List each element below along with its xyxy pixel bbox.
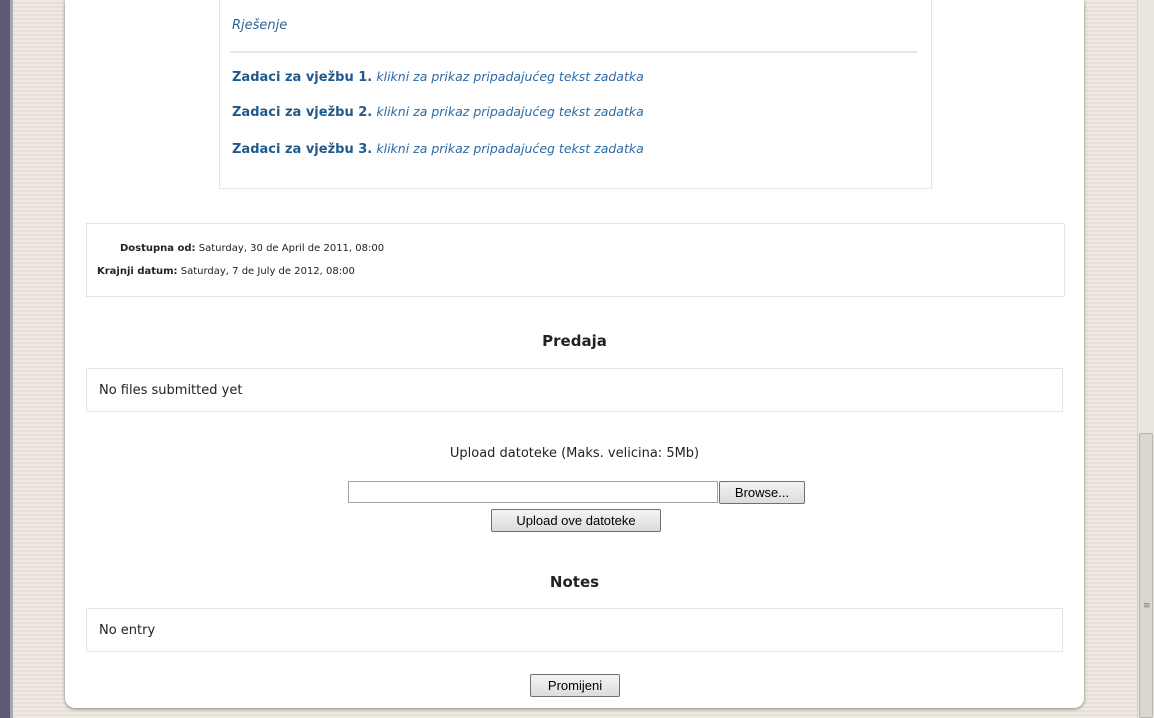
submission-status-box: No files submitted yet (86, 368, 1063, 412)
description-divider (230, 51, 917, 53)
available-from-label: Dostupna od: (120, 243, 196, 254)
upload-file-button[interactable]: Upload ove datoteke (491, 509, 661, 532)
available-from-row: Dostupna od: Saturday, 30 de April de 20… (120, 243, 384, 254)
window-left-edge (0, 0, 10, 718)
file-path-input[interactable] (348, 481, 718, 503)
notes-entry-text: No entry (99, 623, 156, 638)
task-text-link[interactable]: klikni za prikaz pripadajućeg tekst zada… (376, 104, 643, 119)
available-from-value: Saturday, 30 de April de 2011, 08:00 (198, 243, 385, 254)
due-date-row: Krajnji datum: Saturday, 7 de July de 20… (97, 266, 355, 277)
vertical-scrollbar[interactable]: ≡ (1137, 0, 1154, 718)
browse-button[interactable]: Browse... (719, 481, 805, 504)
due-date-label: Krajnji datum: (97, 266, 178, 277)
task-title: Zadaci za vježbu 3. (232, 142, 373, 157)
grip-lines-icon: ≡ (1143, 601, 1151, 611)
task-text-link[interactable]: klikni za prikaz pripadajućeg tekst zada… (376, 141, 643, 156)
task-item-3: Zadaci za vježbu 3. klikni za prikaz pri… (232, 141, 644, 157)
submission-heading: Predaja (542, 332, 607, 350)
dates-box: Dostupna od: Saturday, 30 de April de 20… (86, 223, 1065, 297)
scrollbar-thumb[interactable]: ≡ (1139, 433, 1153, 718)
upload-label: Upload datoteke (Maks. velicina: 5Mb) (449, 446, 700, 461)
assignment-page: Rješenje Zadaci za vježbu 1. klikni za p… (65, 0, 1084, 708)
submission-status-text: No files submitted yet (99, 383, 243, 398)
notes-box: No entry (86, 608, 1063, 652)
task-title: Zadaci za vježbu 2. (232, 105, 373, 120)
notes-heading: Notes (549, 573, 600, 591)
edit-notes-button[interactable]: Promijeni (530, 674, 620, 697)
assignment-description-box: Rješenje Zadaci za vježbu 1. klikni za p… (219, 0, 932, 189)
task-title: Zadaci za vježbu 1. (232, 70, 373, 85)
task-item-2: Zadaci za vježbu 2. klikni za prikaz pri… (232, 104, 644, 120)
task-item-1: Zadaci za vježbu 1. klikni za prikaz pri… (232, 69, 644, 85)
due-date-value: Saturday, 7 de July de 2012, 08:00 (180, 266, 355, 277)
window-left-border (10, 0, 13, 718)
task-text-link[interactable]: klikni za prikaz pripadajućeg tekst zada… (376, 69, 643, 84)
solution-link[interactable]: Rješenje (232, 18, 287, 33)
